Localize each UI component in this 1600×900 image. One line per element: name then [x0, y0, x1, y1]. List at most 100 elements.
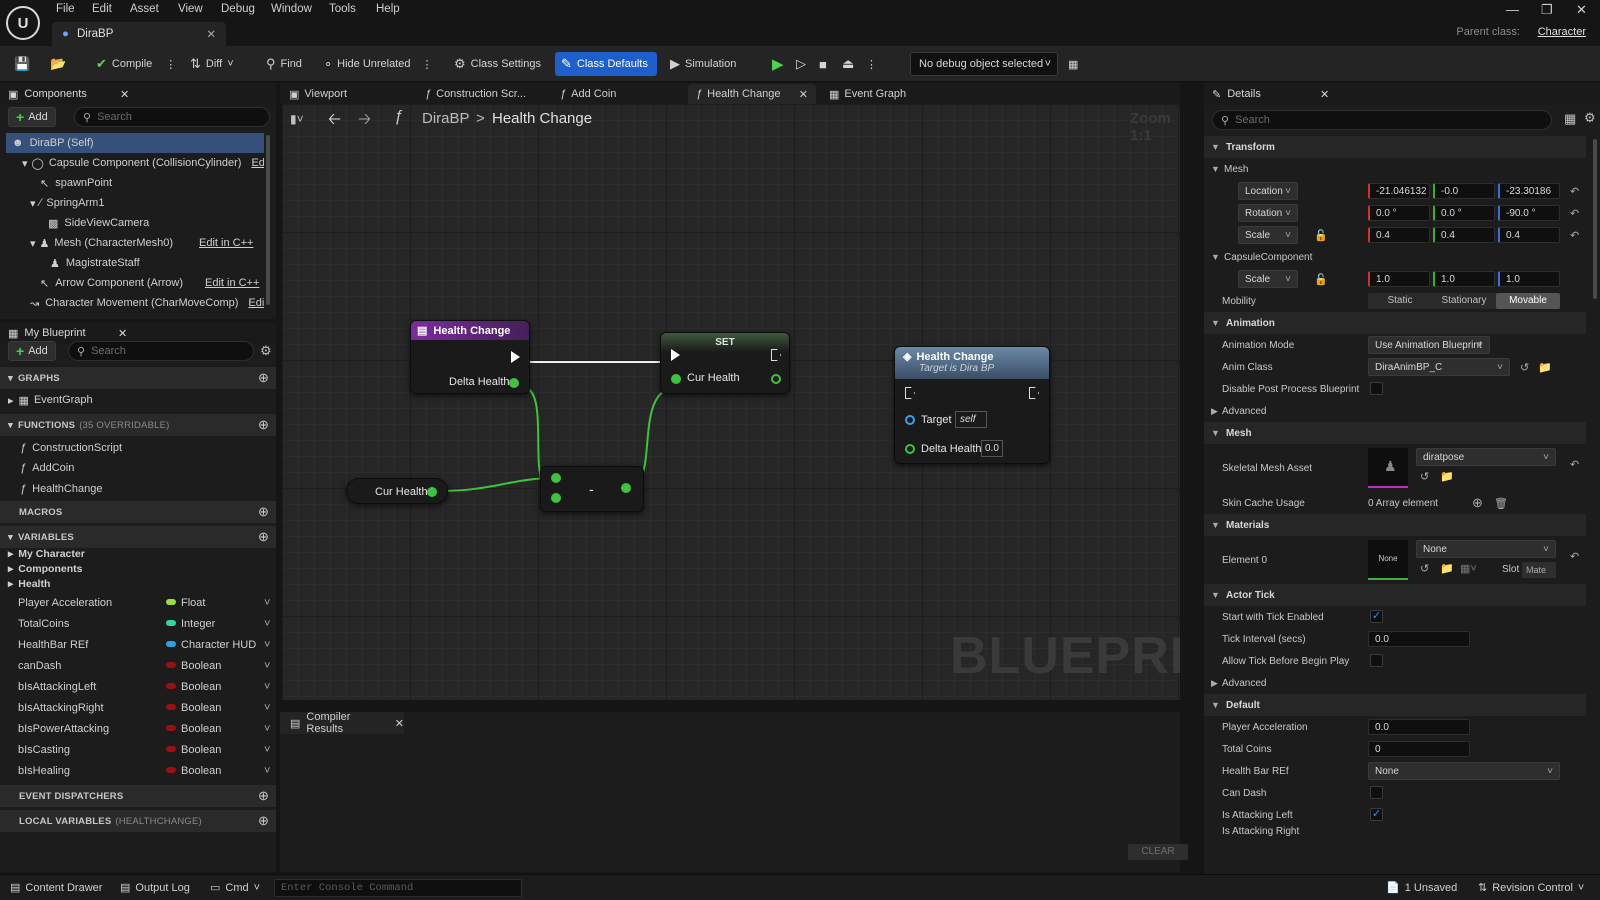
parent-class-link[interactable]: Character — [1538, 26, 1586, 38]
mobility-stationary[interactable]: Stationary — [1432, 293, 1496, 309]
get-cur-health-node[interactable]: Cur Health — [346, 478, 448, 504]
lock-icon[interactable]: 🔓 — [1314, 273, 1328, 286]
local-variables-section[interactable]: LOCAL VARIABLES (HEALTHCHANGE) ⊕ — [0, 810, 276, 832]
reset-icon[interactable]: ↶ — [1570, 458, 1579, 471]
capsule-scale-select[interactable]: Scale ˅ — [1238, 270, 1298, 288]
variable-row[interactable]: bIsAttackingRight Boolean ˅ — [0, 697, 276, 718]
mesh-subsection[interactable]: ▼ Mesh — [1204, 158, 1586, 180]
components-search-input[interactable]: ⚲ Search — [74, 107, 270, 127]
tick-interval-input[interactable]: 0.0 — [1368, 631, 1470, 647]
close-icon[interactable]: ✕ — [118, 327, 127, 340]
menu-view[interactable]: View — [178, 3, 203, 15]
variable-category[interactable]: ▸ Components — [8, 561, 82, 576]
tree-item-self[interactable]: ☻ DiraBP (Self) — [6, 133, 264, 153]
chevron-down-icon[interactable]: ˅ — [264, 597, 270, 609]
clear-button[interactable]: CLEAR — [1128, 844, 1188, 860]
capsule-subsection[interactable]: ▼ CapsuleComponent — [1204, 246, 1586, 268]
animation-section[interactable]: ▼ Animation — [1204, 312, 1586, 334]
delta-health-in-pin[interactable] — [905, 444, 915, 454]
close-icon[interactable]: ✕ — [799, 88, 808, 101]
add-member-button[interactable]: + Add — [8, 341, 56, 361]
variables-section[interactable]: ▾ VARIABLES ⊕ — [0, 526, 276, 548]
scale-x-input[interactable]: 0.4 — [1368, 227, 1430, 243]
console-input[interactable]: Enter Console Command — [274, 879, 522, 897]
browse-icon[interactable]: 📁 — [1440, 470, 1454, 483]
delta-health-value-input[interactable]: 0.0 — [981, 440, 1003, 457]
target-pin[interactable] — [905, 415, 915, 425]
eject-icon[interactable]: ⏏ — [836, 52, 860, 76]
edit-link[interactable]: Edit in C++ — [205, 277, 259, 289]
menu-tools[interactable]: Tools — [329, 3, 356, 15]
variable-category[interactable]: ▸ Health — [8, 576, 50, 591]
revision-control-button[interactable]: ⇅ Revision Control ˅ — [1478, 881, 1584, 895]
debug-object-select[interactable]: No debug object selected ˅ — [910, 52, 1058, 76]
tab-add-coin[interactable]: ƒ Add Coin — [560, 84, 616, 104]
browse-icon[interactable]: 📁 — [1440, 562, 1454, 575]
reset-icon[interactable]: ↶ — [1570, 550, 1579, 563]
add-graph-icon[interactable]: ⊕ — [258, 370, 269, 386]
location-x-input[interactable]: -21.046132 — [1368, 183, 1430, 199]
subtract-out-pin[interactable] — [621, 483, 631, 493]
diff-button[interactable]: ⇅ Diff ˅ — [184, 52, 240, 76]
function-item[interactable]: ƒ HealthChange — [20, 479, 102, 499]
macros-section[interactable]: MACROS ⊕ — [0, 501, 276, 523]
mobility-movable[interactable]: Movable — [1496, 293, 1560, 309]
save-icon[interactable]: 💾 — [8, 52, 36, 76]
menu-debug[interactable]: Debug — [221, 3, 255, 15]
menu-file[interactable]: File — [56, 3, 75, 15]
variable-row[interactable]: HealthBar REf Character HUD ˅ — [0, 634, 276, 655]
material-options-icon[interactable]: ▦˅ — [1460, 562, 1477, 575]
exec-out-pin[interactable] — [511, 351, 520, 363]
actor-tick-section[interactable]: ▼ Actor Tick — [1204, 584, 1586, 606]
table-view-icon[interactable]: ▦ — [1564, 111, 1576, 127]
content-drawer-button[interactable]: ▤ Content Drawer — [10, 881, 102, 895]
unsaved-button[interactable]: 📄 1 Unsaved — [1386, 881, 1457, 895]
can-dash-checkbox[interactable] — [1370, 786, 1383, 799]
scale-select[interactable]: Scale ˅ — [1238, 226, 1298, 244]
close-icon[interactable]: ✕ — [206, 27, 216, 41]
use-selected-icon[interactable]: ↺ — [1420, 562, 1429, 575]
player-acceleration-input[interactable]: 0.0 — [1368, 719, 1470, 735]
function-item[interactable]: ƒ AddCoin — [20, 458, 74, 478]
graph-item-eventgraph[interactable]: ▸ ▦ EventGraph — [8, 390, 93, 410]
rotation-y-input[interactable]: 0.0 ° — [1433, 205, 1495, 221]
set-node[interactable]: SET Cur Health — [660, 332, 790, 394]
play-icon[interactable]: ▶ — [766, 52, 790, 76]
menu-asset[interactable]: Asset — [130, 3, 159, 15]
function-item[interactable]: ƒ ConstructionScript — [20, 438, 122, 458]
animation-mode-select[interactable]: Use Animation Blueprint ˅ — [1368, 336, 1490, 354]
variable-row[interactable]: Player Acceleration Float ˅ — [0, 592, 276, 613]
event-dispatchers-section[interactable]: EVENT DISPATCHERS ⊕ — [0, 785, 276, 807]
allow-tick-checkbox[interactable] — [1370, 654, 1383, 667]
details-search-input[interactable]: ⚲ Search — [1212, 110, 1552, 130]
blueprint-graph-canvas[interactable]: ▮˅ 🡠 🡢 ƒ DiraBP > Health Change Zoom 1:1… — [282, 104, 1180, 700]
chevron-down-icon[interactable]: ˅ — [264, 744, 270, 756]
mesh-thumbnail[interactable]: ♟ — [1368, 448, 1408, 488]
step-icon[interactable]: ▷ — [790, 52, 812, 76]
browse-icon[interactable]: 📂 — [44, 52, 72, 76]
exec-out-pin[interactable] — [1029, 387, 1039, 399]
start-tick-checkbox[interactable]: ✓ — [1370, 610, 1383, 623]
advanced-animation-row[interactable]: ▶ Advanced — [1204, 400, 1586, 422]
add-local-variable-icon[interactable]: ⊕ — [258, 813, 269, 829]
subtract-in-a-pin[interactable] — [551, 473, 561, 483]
slot-value[interactable]: Mate — [1522, 562, 1556, 578]
close-icon[interactable]: ✕ — [1320, 88, 1329, 101]
use-selected-icon[interactable]: ↺ — [1520, 361, 1529, 374]
class-settings-button[interactable]: ⚙ Class Settings — [448, 52, 547, 76]
variable-row[interactable]: bIsHealing Boolean ˅ — [0, 760, 276, 781]
location-select[interactable]: Location ˅ — [1238, 182, 1298, 200]
tree-item-staff[interactable]: ♟ MagistrateStaff — [6, 253, 264, 273]
capsule-scale-y-input[interactable]: 1.0 — [1433, 271, 1495, 287]
mobility-static[interactable]: Static — [1368, 293, 1432, 309]
trash-icon[interactable]: 🗑 — [1494, 497, 1508, 510]
chevron-down-icon[interactable]: ˅ — [264, 702, 270, 714]
close-window-icon[interactable]: ✕ — [1576, 2, 1587, 18]
hide-unrelated-button[interactable]: ∘ Hide Unrelated ⋮ — [318, 52, 439, 76]
delta-health-out-pin[interactable] — [509, 378, 519, 388]
edit-link[interactable]: Edit in C++ — [199, 237, 253, 249]
disable-post-checkbox[interactable] — [1370, 382, 1383, 395]
add-function-icon[interactable]: ⊕ — [258, 417, 269, 433]
is-attacking-left-checkbox[interactable]: ✓ — [1370, 808, 1383, 821]
add-component-button[interactable]: + Add — [8, 107, 56, 127]
